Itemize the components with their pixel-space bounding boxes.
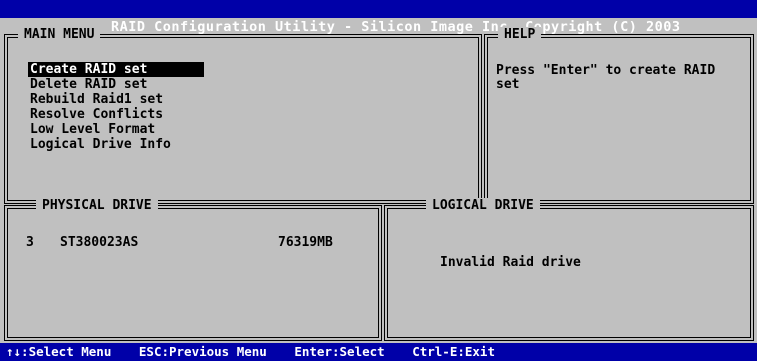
help-text: Press "Enter" to create RAID set — [496, 63, 716, 92]
logical-drive-panel: LOGICAL DRIVE Invalid Raid drive — [384, 198, 754, 341]
title-text: RAID Configuration Utility - Silicon Ima… — [111, 19, 681, 35]
menu-item-resolve-conflicts[interactable]: Resolve Conflicts — [28, 107, 204, 122]
drive-size: 76319MB — [278, 235, 333, 250]
status-select-menu: ↑↓:Select Menu — [6, 344, 112, 359]
main-menu-title: MAIN MENU — [18, 27, 101, 43]
physical-drive-title: PHYSICAL DRIVE — [36, 198, 158, 214]
logical-drive-message: Invalid Raid drive — [440, 255, 581, 270]
menu-item-logical-drive-info[interactable]: Logical Drive Info — [28, 137, 204, 152]
help-title: HELP — [498, 27, 542, 43]
main-menu-panel: MAIN MENU Create RAID set Delete RAID se… — [4, 27, 482, 204]
title-bar: RAID Configuration Utility - Silicon Ima… — [0, 0, 757, 35]
bios-screen: RAID Configuration Utility - Silicon Ima… — [0, 0, 757, 361]
status-exit: Ctrl-E:Exit — [412, 344, 495, 359]
status-previous-menu: ESC:Previous Menu — [138, 344, 267, 359]
menu-item-low-level-format[interactable]: Low Level Format — [28, 122, 204, 137]
physical-drive-panel: PHYSICAL DRIVE 3 ST380023AS 76319MB — [4, 198, 382, 341]
logical-drive-title: LOGICAL DRIVE — [426, 198, 540, 214]
drive-index: 3 — [26, 235, 34, 250]
status-bar: ↑↓:Select Menu ESC:Previous Menu Enter:S… — [0, 343, 757, 361]
menu-item-rebuild-raid1-set[interactable]: Rebuild Raid1 set — [28, 92, 204, 107]
help-panel: HELP Press "Enter" to create RAID set — [484, 27, 754, 204]
main-menu-list: Create RAID set Delete RAID set Rebuild … — [28, 62, 204, 152]
status-enter-select: Enter:Select — [294, 344, 385, 359]
menu-item-create-raid-set[interactable]: Create RAID set — [28, 62, 204, 77]
physical-drive-row[interactable]: 3 ST380023AS 76319MB — [26, 235, 366, 251]
menu-item-delete-raid-set[interactable]: Delete RAID set — [28, 77, 204, 92]
drive-model: ST380023AS — [60, 235, 139, 250]
